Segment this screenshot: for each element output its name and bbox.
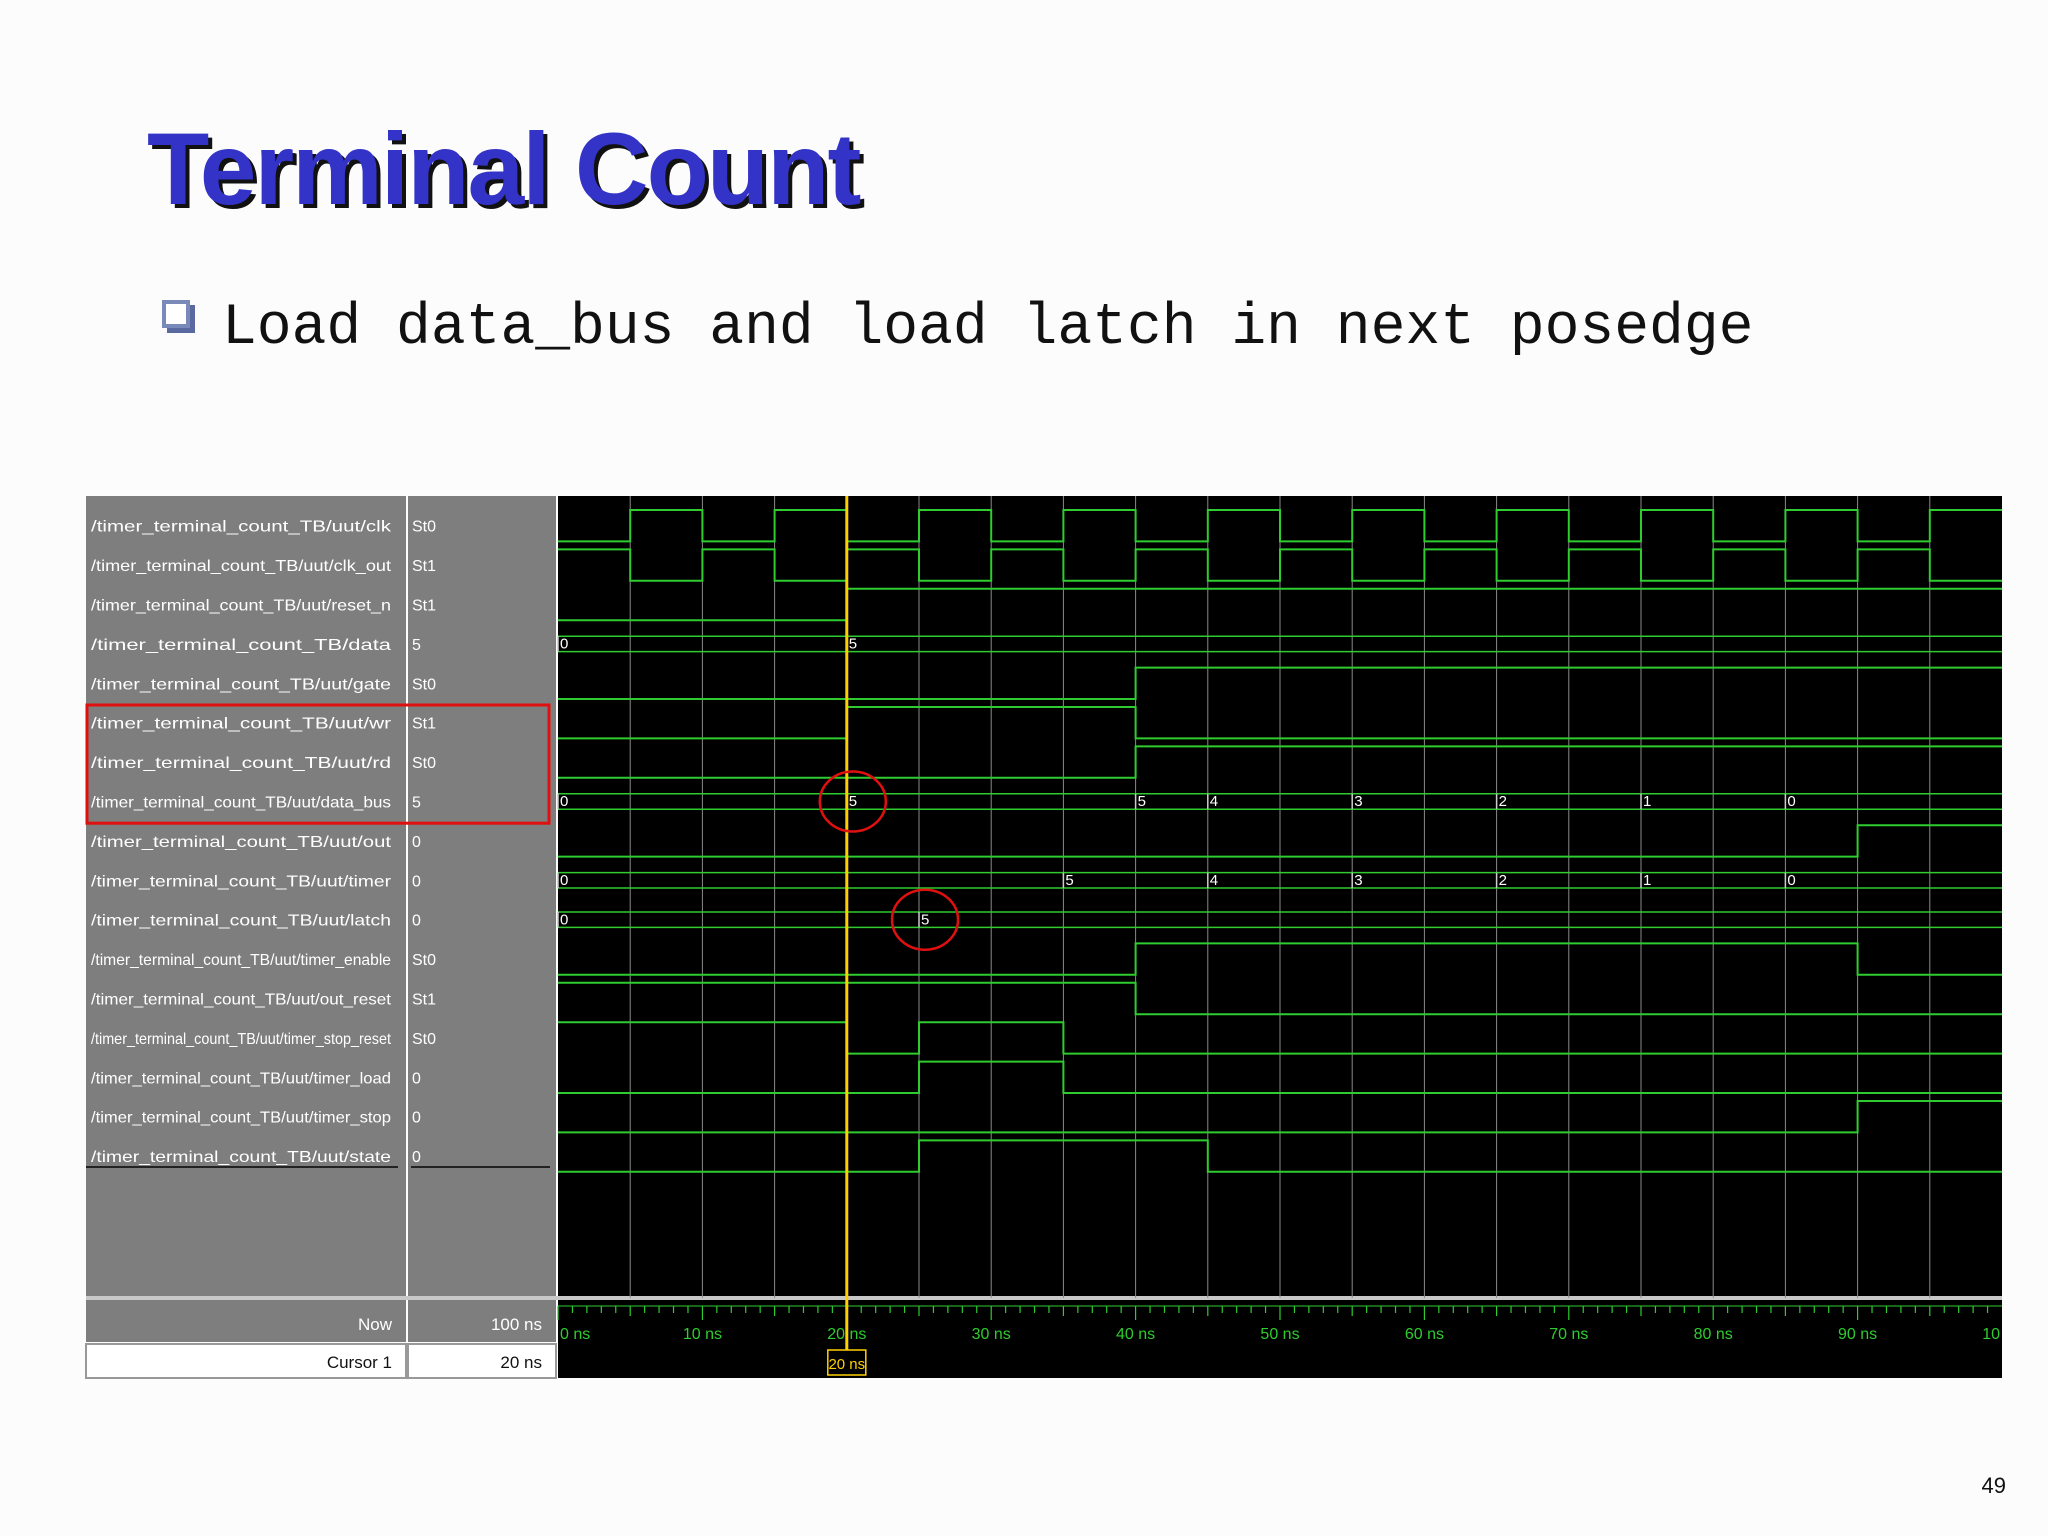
bus-value-label: 3 xyxy=(1354,793,1362,810)
bus-value-label: 0 xyxy=(1787,872,1795,889)
ruler-label: 30 ns xyxy=(972,1326,1011,1343)
bus-value-label: 0 xyxy=(560,872,568,889)
signal-name: /timer_terminal_count_TB/uut/out xyxy=(91,834,392,851)
bus-value-label: 4 xyxy=(1210,872,1218,889)
signal-wave xyxy=(558,548,2002,582)
signal-value: St0 xyxy=(412,755,436,772)
bus-value-label: 0 xyxy=(560,793,568,810)
ruler-label: 50 ns xyxy=(1260,1326,1299,1343)
signal-name: /timer_terminal_count_TB/uut/state xyxy=(91,1149,391,1166)
signal-value: 0 xyxy=(412,834,421,851)
signal-value: 5 xyxy=(412,637,421,654)
signal-name: /timer_terminal_count_TB/uut/clk xyxy=(91,519,392,536)
signal-value: 0 xyxy=(412,1110,421,1127)
ruler-label: 10 xyxy=(1982,1326,2000,1343)
signal-name: /timer_terminal_count_TB/uut/out_reset xyxy=(91,992,392,1009)
signal-value: 0 xyxy=(412,1070,421,1087)
signal-name: /timer_terminal_count_TB/uut/timer xyxy=(91,873,392,890)
bus-value-label: 2 xyxy=(1499,793,1507,810)
ruler-label: 80 ns xyxy=(1694,1326,1733,1343)
signal-name: /timer_terminal_count_TB/uut/rd xyxy=(91,755,391,772)
signal-value: St1 xyxy=(412,558,436,575)
bus-value-label: 0 xyxy=(1787,793,1795,810)
signal-name: /timer_terminal_count_TB/uut/clk_out xyxy=(91,558,392,575)
bus-value-label: 2 xyxy=(1499,872,1507,889)
bus-value-label: 0 xyxy=(560,911,568,928)
waveform-viewer: /timer_terminal_count_TB/uut/clk/timer_t… xyxy=(85,496,2002,1379)
ruler-label: 60 ns xyxy=(1405,1326,1444,1343)
signal-name: /timer_terminal_count_TB/uut/gate xyxy=(91,676,391,693)
page-number: 49 xyxy=(1981,1473,2006,1498)
bus-value-label: 1 xyxy=(1643,793,1651,810)
signal-wave xyxy=(558,509,2002,543)
signal-value: 0 xyxy=(412,1149,421,1166)
signal-name: /timer_terminal_count_TB/uut/timer_stop xyxy=(91,1110,391,1127)
signal-value: 5 xyxy=(412,795,421,812)
signal-name: /timer_terminal_count_TB/uut/wr xyxy=(91,716,392,733)
signal-value: St0 xyxy=(412,952,436,969)
now-value: 100 ns xyxy=(491,1315,542,1334)
bus-value-label: 1 xyxy=(1643,872,1651,889)
signal-name: /timer_terminal_count_TB/uut/latch xyxy=(91,913,391,930)
signal-value: 0 xyxy=(412,913,421,930)
signal-value: St0 xyxy=(412,676,436,693)
bus-value-label: 4 xyxy=(1210,793,1218,810)
signal-name: /timer_terminal_count_TB/uut/data_bus xyxy=(91,795,391,812)
cursor-marker-label: 20 ns xyxy=(828,1356,865,1373)
bus-value-label: 3 xyxy=(1354,872,1362,889)
signal-value: St0 xyxy=(412,1031,436,1048)
signal-value: 0 xyxy=(412,873,421,890)
signal-name: /timer_terminal_count_TB/uut/timer_stop_… xyxy=(91,1031,391,1048)
signal-value: St1 xyxy=(412,716,436,733)
signal-value: St1 xyxy=(412,992,436,1009)
signal-value-panel xyxy=(408,496,556,1298)
signal-name: /timer_terminal_count_TB/uut/reset_n xyxy=(91,598,391,615)
bus-value-label: 5 xyxy=(1138,793,1146,810)
signal-name: /timer_terminal_count_TB/uut/timer_load xyxy=(91,1070,391,1087)
signal-name: /timer_terminal_count_TB/data xyxy=(91,637,391,654)
signal-value: St1 xyxy=(412,598,436,615)
bus-value-label: 0 xyxy=(560,636,568,653)
ruler-label: 40 ns xyxy=(1116,1326,1155,1343)
bus-value-label: 5 xyxy=(849,636,857,653)
ruler-label: 10 ns xyxy=(683,1326,722,1343)
signal-name-panel xyxy=(86,496,406,1298)
cursor-label[interactable]: Cursor 1 xyxy=(327,1353,392,1372)
signal-name: /timer_terminal_count_TB/uut/timer_enabl… xyxy=(91,952,391,969)
bus-value-label: 5 xyxy=(1065,872,1073,889)
bus-value-label: 5 xyxy=(849,793,857,810)
ruler-label: 0 ns xyxy=(560,1326,590,1343)
ruler-label: 70 ns xyxy=(1549,1326,1588,1343)
bus-value-label: 5 xyxy=(921,911,929,928)
signal-value: St0 xyxy=(412,519,436,536)
cursor-value[interactable]: 20 ns xyxy=(500,1353,542,1372)
ruler-label: 90 ns xyxy=(1838,1326,1877,1343)
now-label: Now xyxy=(358,1315,393,1334)
